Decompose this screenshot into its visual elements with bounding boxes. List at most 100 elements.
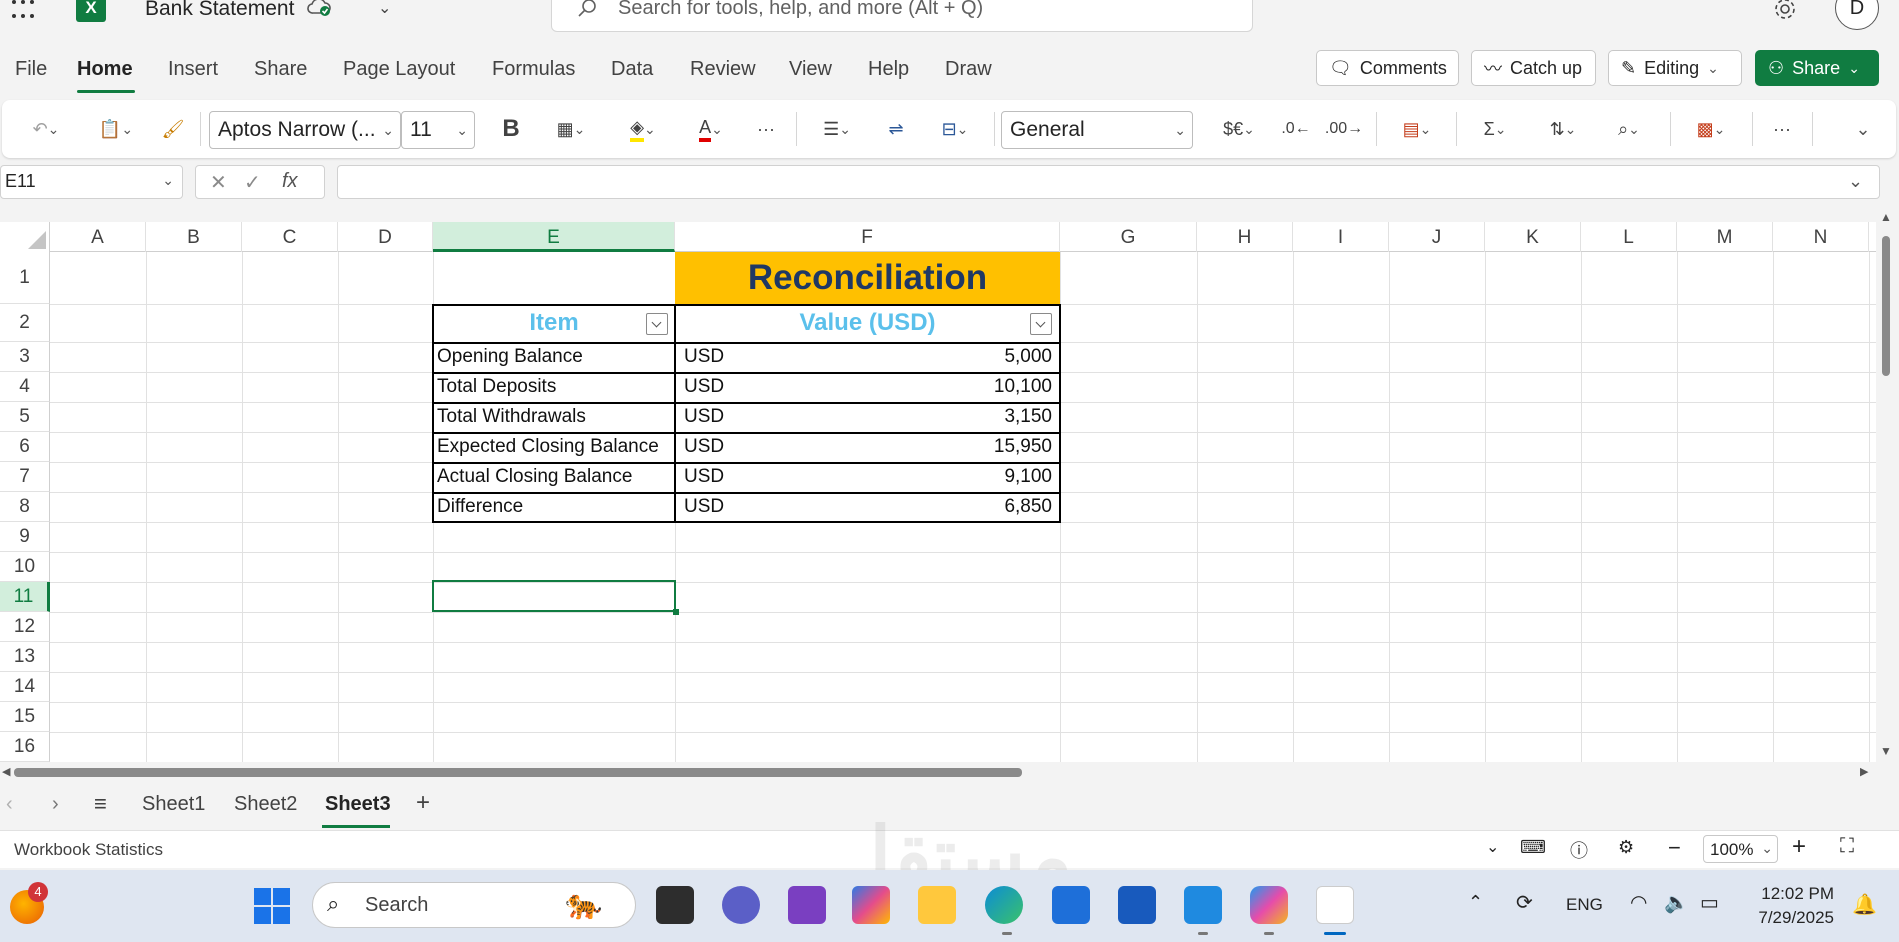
formula-input[interactable] xyxy=(337,165,1880,199)
item-cell[interactable]: Total Withdrawals xyxy=(433,402,675,432)
column-header-b[interactable]: B xyxy=(146,222,242,252)
share-button[interactable]: ⚇ Share ⌄ xyxy=(1755,50,1879,86)
clipboard-icon[interactable]: 📋 ⌄ xyxy=(90,112,142,146)
row-header-15[interactable]: 15 xyxy=(0,702,50,732)
column-header-a[interactable]: A xyxy=(50,222,146,252)
zoom-dropdown[interactable]: 100% ⌄ xyxy=(1703,835,1778,863)
tab-home[interactable]: Home xyxy=(77,58,133,81)
all-sheets-menu-icon[interactable]: ≡ xyxy=(94,791,107,817)
scroll-right-icon[interactable]: ▶ xyxy=(1860,765,1868,778)
value-cell[interactable]: 5,000 xyxy=(800,342,1056,372)
fullscreen-icon[interactable]: ⛶ xyxy=(1840,835,1854,858)
header-item-cell[interactable]: Item xyxy=(433,304,675,342)
edge-icon[interactable] xyxy=(985,886,1023,924)
header-value-cell[interactable]: Value (USD) xyxy=(675,304,1060,342)
tab-page-layout[interactable]: Page Layout xyxy=(343,58,455,81)
row-header-6[interactable]: 6 xyxy=(0,432,50,462)
tab-insert[interactable]: Insert xyxy=(168,58,218,81)
column-header-d[interactable]: D xyxy=(338,222,433,252)
value-cell[interactable]: 3,150 xyxy=(800,402,1056,432)
increase-decimal-icon[interactable]: .00→ xyxy=(1324,112,1364,146)
item-cell[interactable]: Expected Closing Balance xyxy=(433,432,675,462)
visual-studio-icon[interactable] xyxy=(788,886,826,924)
row-header-13[interactable]: 13 xyxy=(0,642,50,672)
borders-icon[interactable]: ▦ ⌄ xyxy=(542,112,600,146)
find-icon[interactable]: ⌕ ⌄ xyxy=(1600,112,1658,146)
row-header-1[interactable]: 1 xyxy=(0,252,50,304)
currency-format-button[interactable]: $€ ⌄ xyxy=(1212,112,1266,146)
column-header-h[interactable]: H xyxy=(1197,222,1293,252)
sort-filter-icon[interactable]: ⇅ ⌄ xyxy=(1534,112,1592,146)
vertical-scrollbar[interactable]: ▲ ▼ xyxy=(1876,210,1896,762)
zoom-out-icon[interactable]: − xyxy=(1668,835,1681,861)
horizontal-scrollbar[interactable]: ◀ ▶ xyxy=(0,762,1880,782)
volume-icon[interactable]: 🔈 xyxy=(1664,890,1689,915)
undo-icon[interactable]: ↶ ⌄ xyxy=(22,112,70,146)
chevron-up-icon[interactable]: ⌃ xyxy=(1468,892,1483,913)
value-cell[interactable]: 15,950 xyxy=(800,432,1056,462)
cloud-saved-icon[interactable] xyxy=(306,0,332,18)
horizontal-scroll-thumb[interactable] xyxy=(14,768,1022,777)
sheet-tab-2[interactable]: Sheet2 xyxy=(234,793,297,816)
row-header-16[interactable]: 16 xyxy=(0,732,50,762)
select-all-corner[interactable] xyxy=(0,222,50,252)
tab-data[interactable]: Data xyxy=(611,58,653,81)
item-cell[interactable]: Actual Closing Balance xyxy=(433,462,675,492)
taskbar-search[interactable]: ⌕ Search 🐅 xyxy=(312,882,636,928)
store-icon[interactable] xyxy=(1052,886,1090,924)
font-size-dropdown[interactable]: 11 ⌄ xyxy=(401,111,475,149)
row-header-8[interactable]: 8 xyxy=(0,492,50,522)
battery-icon[interactable]: ▭ xyxy=(1700,890,1719,915)
tab-help[interactable]: Help xyxy=(868,58,909,81)
format-painter-icon[interactable]: 🖌 xyxy=(158,112,188,146)
tab-formulas[interactable]: Formulas xyxy=(492,58,575,81)
filter-dropdown-icon[interactable] xyxy=(646,313,668,335)
item-cell[interactable]: Opening Balance xyxy=(433,342,675,372)
gear-icon[interactable] xyxy=(1772,0,1798,22)
tab-file[interactable]: File xyxy=(15,58,47,81)
column-header-l[interactable]: L xyxy=(1581,222,1677,252)
table-title-cell[interactable]: Reconciliation xyxy=(675,252,1060,304)
column-header-j[interactable]: J xyxy=(1389,222,1485,252)
autosum-icon[interactable]: Σ ⌄ xyxy=(1468,112,1522,146)
fill-handle[interactable] xyxy=(673,609,679,615)
word-icon[interactable] xyxy=(1118,886,1156,924)
scroll-down-icon[interactable]: ▼ xyxy=(1880,744,1892,758)
next-sheet-icon[interactable]: › xyxy=(52,793,59,816)
item-cell[interactable]: Difference xyxy=(433,492,675,522)
feedback-icon[interactable]: ⚙ xyxy=(1618,837,1634,858)
align-icon[interactable]: ☰ ⌄ xyxy=(808,112,866,146)
column-header-m[interactable]: M xyxy=(1677,222,1773,252)
currency-cell[interactable]: USD xyxy=(680,462,780,492)
row-header-9[interactable]: 9 xyxy=(0,522,50,552)
cancel-icon[interactable]: ✕ xyxy=(210,170,227,195)
font-name-dropdown[interactable]: Aptos Narrow (... ⌄ xyxy=(209,111,401,149)
row-header-7[interactable]: 7 xyxy=(0,462,50,492)
comments-button[interactable]: 🗨 Comments xyxy=(1316,50,1459,86)
column-header-k[interactable]: K xyxy=(1485,222,1581,252)
sync-icon[interactable]: ⟳ xyxy=(1516,890,1533,915)
column-header-c[interactable]: C xyxy=(242,222,338,252)
expand-ribbon-icon[interactable]: ⌄ xyxy=(1848,112,1878,146)
add-ins-icon[interactable]: ▩ ⌄ xyxy=(1682,112,1740,146)
currency-cell[interactable]: USD xyxy=(680,342,780,372)
vertical-scroll-thumb[interactable] xyxy=(1882,236,1890,376)
column-header-i[interactable]: I xyxy=(1293,222,1389,252)
column-header-n[interactable]: N xyxy=(1773,222,1869,252)
chevron-down-icon[interactable]: ⌄ xyxy=(1486,837,1499,857)
search-box[interactable]: Search for tools, help, and more (Alt + … xyxy=(551,0,1253,32)
add-sheet-icon[interactable]: + xyxy=(416,789,430,817)
value-cell[interactable]: 10,100 xyxy=(800,372,1056,402)
number-format-dropdown[interactable]: General ⌄ xyxy=(1001,111,1193,149)
language-indicator[interactable]: ENG xyxy=(1566,895,1603,915)
currency-cell[interactable]: USD xyxy=(680,432,780,462)
prev-sheet-icon[interactable]: ‹ xyxy=(6,793,13,816)
bold-button[interactable]: B xyxy=(496,112,526,146)
snipping-tool-icon[interactable] xyxy=(1316,886,1354,924)
currency-cell[interactable]: USD xyxy=(680,402,780,432)
insert-function-icon[interactable]: fx xyxy=(282,170,298,193)
row-header-5[interactable]: 5 xyxy=(0,402,50,432)
wifi-icon[interactable]: ◠ xyxy=(1630,890,1647,915)
decrease-decimal-icon[interactable]: .0← xyxy=(1278,112,1314,146)
file-explorer-icon[interactable] xyxy=(918,886,956,924)
